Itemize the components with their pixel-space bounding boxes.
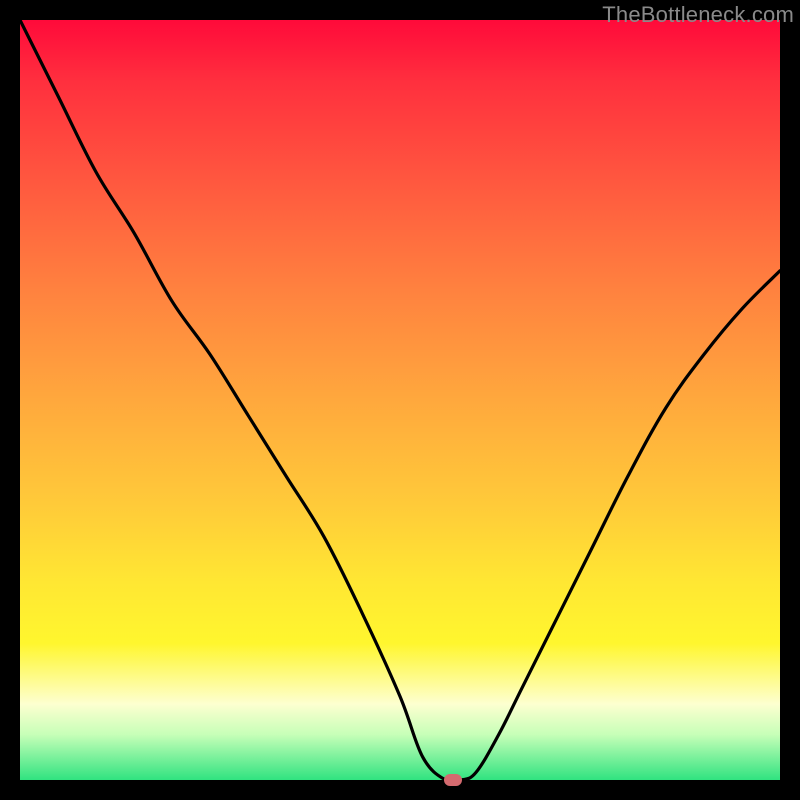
bottleneck-curve: [20, 20, 780, 780]
plot-area: [20, 20, 780, 780]
watermark-text: TheBottleneck.com: [602, 2, 794, 28]
optimal-point-marker: [444, 774, 462, 786]
chart-frame: TheBottleneck.com: [0, 0, 800, 800]
